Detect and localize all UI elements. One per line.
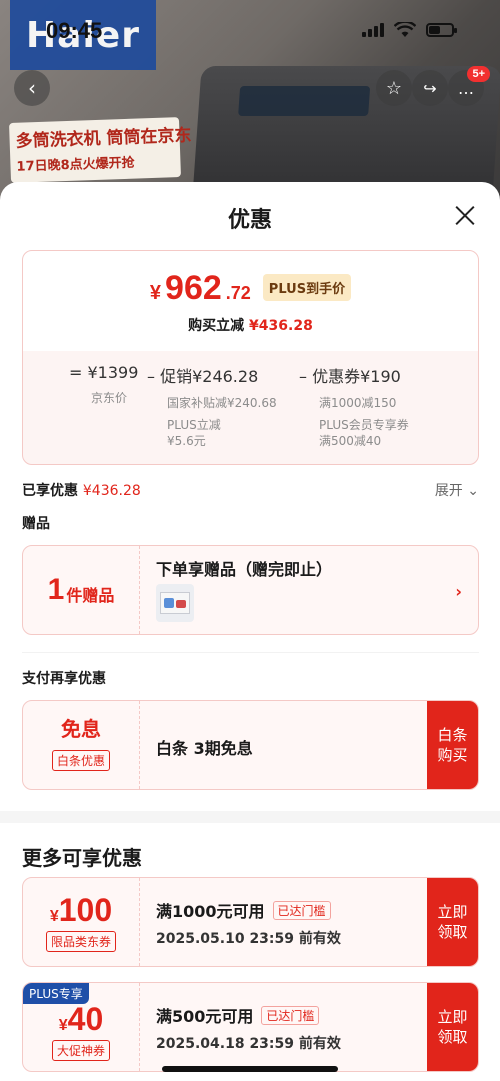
share-button[interactable]: ↪ xyxy=(412,70,448,106)
expand-label: 展开 xyxy=(434,483,463,499)
coupon-1-tag: 限品类东券 xyxy=(45,931,116,952)
breakdown-jd-price: = ¥1399 京东价 xyxy=(69,363,138,406)
jd-price-label: 京东价 xyxy=(91,391,128,405)
close-icon[interactable] xyxy=(454,204,476,226)
signal-icon xyxy=(362,23,384,37)
coupon-value: – 优惠券¥190 xyxy=(299,367,401,386)
coupon-2-expiry: 2025.04.18 23:59 前有效 xyxy=(156,1036,341,1052)
claim-coupon-2-button[interactable]: 立即 领取 xyxy=(427,983,478,1071)
baitiao-title: 白条 3期免息 xyxy=(156,739,253,758)
coupon-1-condition-text: 满1000元可用 xyxy=(156,902,265,921)
breakdown-promo: – 促销¥246.28 国家补贴减¥240.68 PLUS立减 ¥5.6元 xyxy=(147,363,277,449)
final-price: ¥ 962 .72 PLUS到手价 xyxy=(23,269,478,308)
enjoyed-label: 已享优惠 xyxy=(22,483,78,499)
home-indicator xyxy=(162,1066,338,1072)
sheet-title: 优惠 xyxy=(227,208,272,233)
coupon-2-value: 40 xyxy=(67,1001,104,1037)
coupon-1-condition: 满1000元可用 已达门槛 xyxy=(156,898,331,922)
price-decimal: .72 xyxy=(225,283,251,303)
coupon-rule-2: 满500减40 xyxy=(319,434,382,448)
instant-discount-value: ¥436.28 xyxy=(249,318,313,334)
back-icon: ‹ xyxy=(28,76,36,100)
baitiao-card: 免息 白条优惠 白条 3期免息 白条 购买 xyxy=(22,700,479,790)
enjoyed-discount-row: 已享优惠 ¥436.28 展开 ⌄ xyxy=(22,480,479,500)
divider xyxy=(22,652,479,653)
coupon-2-condition-text: 满500元可用 xyxy=(156,1007,254,1026)
price-currency: ¥ xyxy=(149,282,162,304)
promo-plus-label: PLUS立减 xyxy=(167,418,221,432)
coupon-1-value: 100 xyxy=(58,892,113,928)
breakdown-coupon: – 优惠券¥190 满1000减150 PLUS会员专享券 满500减40 xyxy=(299,363,409,449)
coupon-plus-label: PLUS会员专享券 xyxy=(319,418,409,432)
wifi-icon xyxy=(394,22,416,37)
promo-subsidy: 国家补贴减¥240.68 xyxy=(167,396,277,410)
battery-icon xyxy=(426,23,457,37)
pay-section-title: 支付再享优惠 xyxy=(22,671,106,687)
favorite-button[interactable]: ☆ xyxy=(376,70,412,106)
baitiao-left: 免息 白条优惠 xyxy=(23,701,140,789)
baitiao-buy-label: 白条 购买 xyxy=(437,726,468,764)
gift-title: 下单享赠品（赠完即止） xyxy=(156,560,333,579)
coupon-2-amount: ¥40 xyxy=(23,1001,139,1038)
gift-count-unit: 件赠品 xyxy=(66,586,115,605)
instant-discount: 购买立减 ¥436.28 xyxy=(23,315,478,335)
jd-price-value: = ¥1399 xyxy=(69,363,139,382)
status-icons xyxy=(362,22,457,38)
plus-price-tag: PLUS到手价 xyxy=(262,274,352,301)
cart-badge: 5+ xyxy=(467,66,490,82)
coupon-1-expiry: 2025.05.10 23:59 前有效 xyxy=(156,931,341,947)
promo-value: – 促销¥246.28 xyxy=(147,367,259,386)
promo-banner: 多筒洗衣机 筒筒在京东 17日晚8点火爆开抢 xyxy=(9,117,192,183)
share-icon: ↪ xyxy=(423,78,437,98)
coupon-2-tag: 大促神券 xyxy=(51,1040,110,1061)
coupon-2-condition: 满500元可用 已达门槛 xyxy=(156,1003,320,1027)
star-icon: ☆ xyxy=(385,77,403,99)
coupon-card-1: ¥100 限品类东券 满1000元可用 已达门槛 2025.05.10 23:59… xyxy=(22,877,479,967)
coupon-card-2: PLUS专享 ¥40 大促神券 满500元可用 已达门槛 2025.04.18 2… xyxy=(22,982,479,1072)
gift-count-number: 1 xyxy=(47,573,65,606)
section-gap xyxy=(0,811,500,823)
promo-banner-line2: 17日晚8点火爆开抢 xyxy=(16,155,135,175)
interest-free-label: 免息 xyxy=(61,717,101,741)
claim-coupon-1-button[interactable]: 立即 领取 xyxy=(427,878,478,966)
claim-coupon-2-label: 立即 领取 xyxy=(437,1008,468,1046)
enjoyed-value: ¥436.28 xyxy=(82,483,141,499)
claim-coupon-1-label: 立即 领取 xyxy=(437,903,468,941)
baitiao-tag: 白条优惠 xyxy=(51,750,110,771)
coupon-1-amount: ¥100 xyxy=(23,892,139,929)
coupon-2-reached-badge: 已达门槛 xyxy=(261,1006,320,1025)
discount-sheet: 优惠 ¥ 962 .72 PLUS到手价 购买立减 ¥436.28 = ¥139… xyxy=(0,182,500,1081)
status-time: 09:45 xyxy=(46,18,103,43)
gift-card[interactable]: 1 件赠品 下单享赠品（赠完即止） › xyxy=(22,545,479,635)
more-offers-title: 更多可享优惠 xyxy=(22,846,142,870)
chevron-down-icon: ⌄ xyxy=(467,483,479,499)
coupon-2-yen: ¥ xyxy=(58,1017,68,1034)
coupon-1-left: ¥100 限品类东券 xyxy=(23,878,140,966)
back-button[interactable]: ‹ xyxy=(14,70,50,106)
baitiao-buy-button[interactable]: 白条 购买 xyxy=(427,701,478,789)
coupon-1-reached-badge: 已达门槛 xyxy=(272,901,331,920)
price-summary-card: ¥ 962 .72 PLUS到手价 购买立减 ¥436.28 = ¥1399 京… xyxy=(22,250,479,465)
promo-banner-line1: 多筒洗衣机 筒筒在京东 xyxy=(15,125,192,152)
chevron-right-icon: › xyxy=(455,582,462,601)
price-integer: 962 xyxy=(165,269,222,307)
gift-count: 1 件赠品 xyxy=(23,546,140,634)
coupon-1-yen: ¥ xyxy=(49,908,59,925)
coupon-2-left: ¥40 大促神券 xyxy=(23,983,140,1071)
coupon-rule-1: 满1000减150 xyxy=(319,396,397,410)
expand-button[interactable]: 展开 ⌄ xyxy=(435,480,479,500)
gift-section-title: 赠品 xyxy=(22,516,50,532)
promo-plus-value: ¥5.6元 xyxy=(167,434,206,448)
gift-thumbnail xyxy=(156,584,194,622)
instant-discount-label: 购买立减 xyxy=(188,318,245,334)
